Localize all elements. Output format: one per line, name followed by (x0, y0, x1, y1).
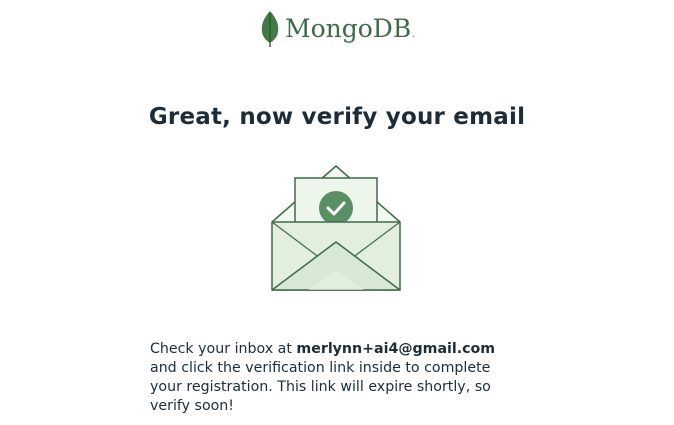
message-suffix: and click the verification link inside t… (150, 360, 491, 414)
mongodb-logo: MongoDB. (260, 10, 415, 48)
envelope-with-check-icon (271, 165, 401, 291)
brand-wordmark: MongoDB. (285, 14, 415, 43)
page-title: Great, now verify your email (148, 104, 526, 130)
user-email: merlynn+ai4@gmail.com (296, 341, 496, 357)
verify-email-page: MongoDB. Great, now verify your email Ch… (0, 0, 674, 425)
message-prefix: Check your inbox at (150, 341, 297, 357)
mongodb-leaf-icon (261, 11, 279, 47)
verification-instructions: Check your inbox at merlynn+ai4@gmail.co… (150, 340, 520, 416)
